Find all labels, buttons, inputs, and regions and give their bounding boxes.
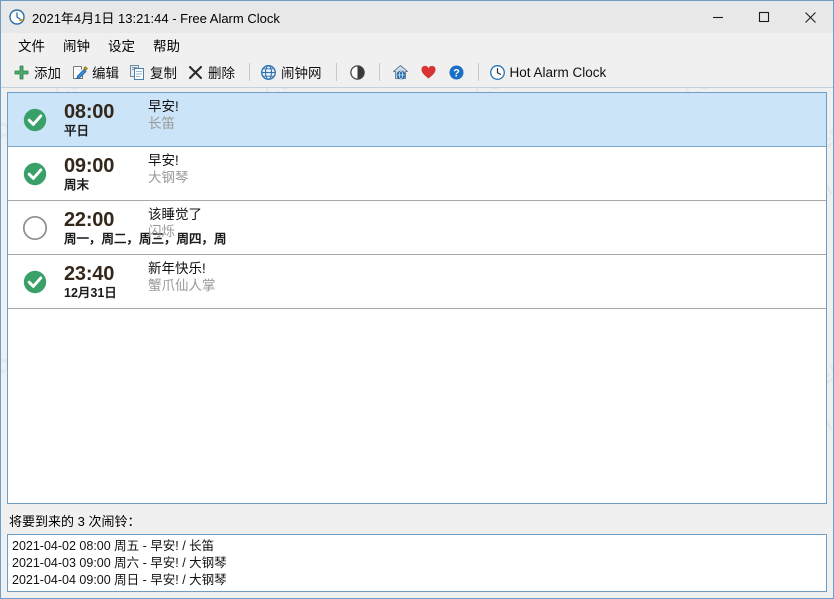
alarm-schedule: 周一，周二，周三，周四，周 bbox=[64, 231, 227, 246]
heart-icon bbox=[420, 64, 437, 81]
empty-circle-icon bbox=[22, 215, 48, 240]
alarm-web-label: 闹钟网 bbox=[281, 66, 322, 81]
table-row[interactable]: 23:40 12月31日 新年快乐! 蟹爪仙人掌 bbox=[8, 255, 826, 309]
list-item: 2021-04-04 09:00 周日 - 早安! / 大钢琴 bbox=[12, 573, 227, 587]
app-clock-icon bbox=[9, 8, 26, 26]
alarm-time: 22:00 bbox=[64, 208, 115, 231]
alarm-sound: 闪烁 bbox=[148, 224, 175, 239]
title-bar-left: 2021年4月1日 13:21:44 - Free Alarm Clock bbox=[1, 8, 695, 27]
alarm-list[interactable]: 08:00 平日 早安! 长笛 09:00 周末 早安! 大钢琴 22:00 周… bbox=[7, 92, 827, 504]
contrast-button[interactable] bbox=[346, 60, 370, 84]
status-area: 将要到来的 3 次闹铃： 2021-04-02 08:00 周五 - 早安! /… bbox=[1, 504, 833, 598]
table-row[interactable]: 09:00 周末 早安! 大钢琴 bbox=[8, 147, 826, 201]
window-title: 2021年4月1日 13:21:44 - Free Alarm Clock bbox=[32, 10, 280, 26]
check-circle-icon bbox=[23, 108, 47, 131]
alarm-title: 新年快乐! bbox=[148, 261, 206, 276]
minimize-button[interactable] bbox=[695, 1, 741, 33]
copy-alarm-button[interactable]: 复制 bbox=[126, 60, 184, 84]
plus-icon bbox=[13, 64, 30, 81]
alarm-title: 该睡觉了 bbox=[148, 207, 202, 222]
toolbar: 添加 编辑 复制 删除 闹钟网 ? Hot Alarm Clock bbox=[1, 57, 833, 88]
copy-icon bbox=[129, 64, 146, 81]
alarm-desc-cell: 早安! 大钢琴 bbox=[148, 147, 189, 205]
title-bar: 2021年4月1日 13:21:44 - Free Alarm Clock bbox=[1, 1, 833, 33]
edit-alarm-button[interactable]: 编辑 bbox=[68, 60, 126, 84]
alarm-desc-cell: 该睡觉了 闪烁 bbox=[148, 201, 202, 259]
toolbar-separator-3 bbox=[378, 63, 380, 81]
alarm-schedule: 周末 bbox=[64, 177, 90, 192]
copy-alarm-label: 复制 bbox=[150, 66, 177, 81]
add-alarm-label: 添加 bbox=[34, 66, 61, 81]
home-button[interactable] bbox=[389, 60, 413, 84]
alarm-time: 23:40 bbox=[64, 262, 115, 285]
app-window: WWW.WEIDOWN.COMWWW.WEIDOWN.COMWWW.WEIDOW… bbox=[0, 0, 834, 599]
window-controls bbox=[695, 1, 833, 33]
alarm-schedule: 平日 bbox=[64, 123, 90, 138]
table-row[interactable]: 08:00 平日 早安! 长笛 bbox=[8, 93, 826, 147]
upcoming-alarms-label: 将要到来的 3 次闹铃： bbox=[9, 514, 141, 529]
svg-text:?: ? bbox=[453, 67, 460, 79]
alarm-enable-toggle[interactable] bbox=[8, 93, 62, 146]
alarm-enable-toggle[interactable] bbox=[8, 201, 62, 254]
alarm-title: 早安! bbox=[148, 99, 179, 114]
check-circle-icon bbox=[23, 270, 47, 293]
home-globe-icon bbox=[392, 64, 409, 81]
list-item: 2021-04-03 09:00 周六 - 早安! / 大钢琴 bbox=[12, 556, 227, 570]
alarm-schedule: 12月31日 bbox=[64, 285, 117, 300]
menu-alarm[interactable]: 闹钟 bbox=[54, 33, 99, 57]
close-button[interactable] bbox=[787, 1, 833, 33]
globe-icon bbox=[260, 64, 277, 81]
alarm-time: 09:00 bbox=[64, 154, 115, 177]
clock-icon bbox=[489, 64, 506, 81]
menu-help[interactable]: 帮助 bbox=[144, 33, 189, 57]
delete-alarm-label: 删除 bbox=[208, 66, 235, 81]
alarm-enable-toggle[interactable] bbox=[8, 147, 62, 200]
maximize-button[interactable] bbox=[741, 1, 787, 33]
delete-icon bbox=[187, 64, 204, 81]
hot-alarm-clock-label: Hot Alarm Clock bbox=[509, 64, 607, 80]
alarm-desc-cell: 新年快乐! 蟹爪仙人掌 bbox=[148, 255, 216, 313]
toolbar-separator-4 bbox=[477, 63, 479, 81]
alarm-web-button[interactable]: 闹钟网 bbox=[257, 60, 329, 84]
check-circle-icon bbox=[23, 162, 47, 185]
alarm-enable-toggle[interactable] bbox=[8, 255, 62, 308]
upcoming-alarms-list[interactable]: 2021-04-02 08:00 周五 - 早安! / 长笛 2021-04-0… bbox=[7, 534, 827, 592]
alarm-time: 08:00 bbox=[64, 100, 115, 123]
hot-alarm-clock-button[interactable]: Hot Alarm Clock bbox=[486, 60, 614, 84]
menu-file[interactable]: 文件 bbox=[9, 33, 54, 57]
list-item: 2021-04-02 08:00 周五 - 早安! / 长笛 bbox=[12, 539, 215, 553]
favorite-button[interactable] bbox=[417, 60, 441, 84]
edit-alarm-label: 编辑 bbox=[92, 66, 119, 81]
menu-bar: 文件 闹钟 设定 帮助 bbox=[1, 33, 833, 57]
edit-icon bbox=[71, 64, 88, 81]
alarm-sound: 长笛 bbox=[148, 116, 175, 131]
alarm-desc-cell: 早安! 长笛 bbox=[148, 93, 179, 151]
menu-settings[interactable]: 设定 bbox=[99, 33, 144, 57]
table-row[interactable]: 22:00 周一，周二，周三，周四，周 该睡觉了 闪烁 bbox=[8, 201, 826, 255]
alarm-sound: 蟹爪仙人掌 bbox=[148, 278, 216, 293]
alarm-sound: 大钢琴 bbox=[148, 170, 189, 185]
alarm-title: 早安! bbox=[148, 153, 179, 168]
toolbar-separator-1 bbox=[249, 63, 250, 81]
contrast-icon bbox=[349, 64, 366, 81]
add-alarm-button[interactable]: 添加 bbox=[10, 60, 68, 84]
question-icon: ? bbox=[448, 64, 465, 81]
delete-alarm-button[interactable]: 删除 bbox=[184, 60, 242, 84]
help-button[interactable]: ? bbox=[445, 60, 469, 84]
toolbar-separator-2 bbox=[335, 63, 337, 81]
